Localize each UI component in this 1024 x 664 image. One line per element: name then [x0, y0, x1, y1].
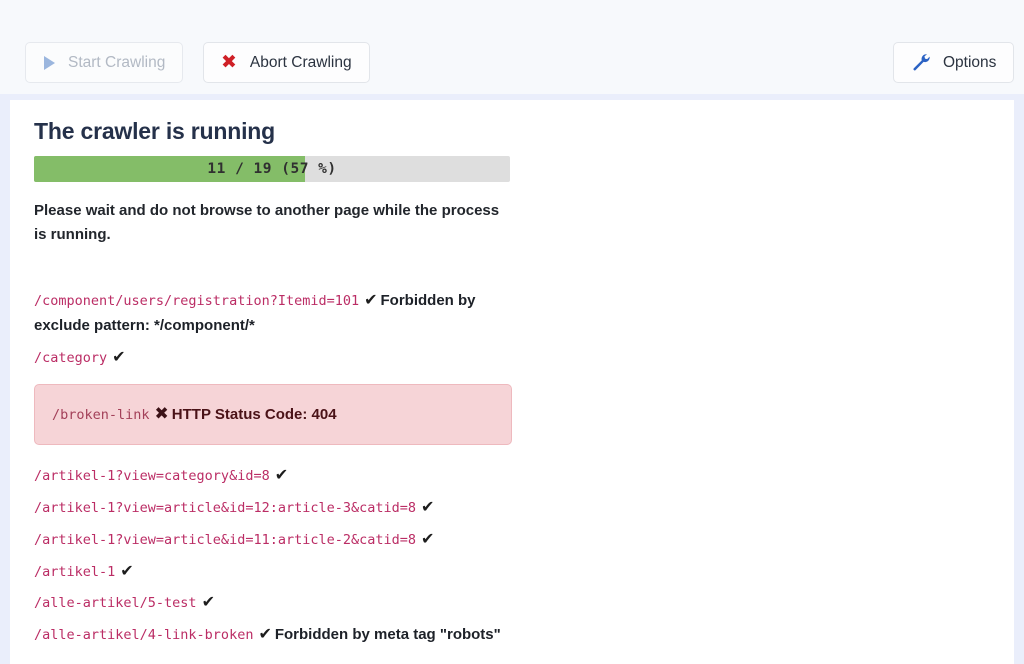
- wrench-icon: [911, 52, 930, 75]
- crawl-log-url: /alle-artikel/4-link-broken: [34, 627, 254, 644]
- crawl-log-url: /artikel-1?view=category&id=8: [34, 468, 270, 485]
- top-toolbar: Start Crawling ✖ Abort Crawling Options: [0, 0, 1024, 94]
- check-mark-icon: ✔: [258, 624, 272, 644]
- check-mark-icon: ✔: [274, 465, 289, 485]
- check-mark-icon: ✔: [120, 560, 134, 580]
- heavy-multiplication-x-icon: ✖: [221, 50, 237, 73]
- options-label: Options: [943, 53, 997, 71]
- crawl-log-row: /component/users/registration?Itemid=101…: [34, 286, 512, 340]
- crawl-progress-bar: 11 / 19 (57 %): [34, 156, 510, 182]
- start-crawling-label: Start Crawling: [68, 53, 166, 71]
- crawl-log-list: /component/users/registration?Itemid=101…: [34, 286, 512, 648]
- wait-notice: Please wait and do not browse to another…: [34, 202, 500, 244]
- content-card: The crawler is running 11 / 19 (57 %) Pl…: [10, 100, 1014, 664]
- crawl-log-row: /artikel-1?view=article&id=11:article-2&…: [34, 525, 512, 553]
- check-mark-icon: ✔: [112, 347, 126, 367]
- crawl-log-row: /artikel-1 ✔: [34, 557, 512, 585]
- abort-crawling-button[interactable]: ✖ Abort Crawling: [203, 42, 370, 83]
- crawl-log-url: /artikel-1?view=article&id=12:article-3&…: [34, 500, 417, 517]
- crawl-log-url: /artikel-1?view=article&id=11:article-2&…: [34, 531, 417, 548]
- start-crawling-button[interactable]: Start Crawling: [25, 42, 184, 83]
- check-mark-icon: ✔: [421, 497, 435, 517]
- cross-mark-icon: ✖: [154, 403, 169, 424]
- crawl-log-row: /artikel-1?view=article&id=12:article-3&…: [34, 493, 512, 521]
- crawl-log-row: /alle-artikel/5-test ✔: [34, 588, 512, 616]
- crawl-log-row: /alle-artikel/4-link-broken ✔ Forbidden by…: [34, 620, 512, 648]
- options-button[interactable]: Options: [893, 42, 1015, 83]
- crawl-log-error-row: /broken-link ✖ HTTP Status Code: 404: [34, 383, 512, 446]
- check-mark-icon: ✔: [201, 592, 215, 612]
- crawl-log-url: /artikel-1: [34, 563, 116, 580]
- abort-crawling-label: Abort Crawling: [249, 53, 352, 71]
- crawl-log-url: /broken-link: [52, 406, 150, 423]
- check-mark-icon: ✔: [421, 528, 435, 548]
- page-title: The crawler is running: [34, 118, 275, 144]
- crawl-log-url: /category: [34, 350, 108, 367]
- play-icon: [44, 55, 55, 70]
- crawl-log-message: Forbidden by meta tag "robots": [274, 626, 501, 644]
- crawl-log-row: /artikel-1?view=category&id=8 ✔: [34, 461, 512, 489]
- check-mark-icon: ✔: [364, 289, 378, 309]
- crawl-log-row: /category ✔: [34, 343, 512, 371]
- progress-bar-label: 11 / 19 (57 %): [207, 161, 337, 177]
- crawl-log-url: /alle-artikel/5-test: [34, 595, 197, 612]
- crawl-log-url: /component/users/registration?Itemid=101: [34, 292, 360, 309]
- crawl-log-message: HTTP Status Code: 404: [171, 405, 337, 423]
